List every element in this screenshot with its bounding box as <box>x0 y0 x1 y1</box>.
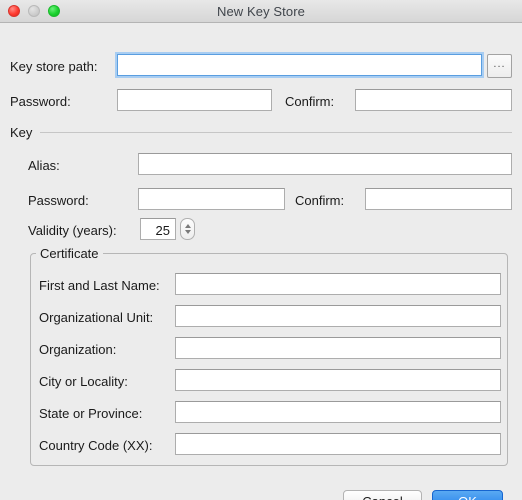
key-confirm-input[interactable] <box>365 188 512 210</box>
cancel-button[interactable]: Cancel <box>343 490 422 500</box>
new-key-store-dialog: New Key Store Key store path: ... Passwo… <box>0 0 522 500</box>
certificate-state-province-input[interactable] <box>175 401 501 423</box>
browse-button[interactable]: ... <box>487 54 512 78</box>
certificate-organizational-unit-input[interactable] <box>175 305 501 327</box>
window-controls <box>8 0 60 22</box>
certificate-organization-input[interactable] <box>175 337 501 359</box>
certificate-country-code-label: Country Code (XX): <box>39 438 153 453</box>
ok-button[interactable]: OK <box>432 490 503 500</box>
window-titlebar: New Key Store <box>0 0 522 23</box>
key-alias-input[interactable] <box>138 153 512 175</box>
close-button-icon[interactable] <box>8 5 20 17</box>
chevron-up-icon[interactable] <box>184 224 191 228</box>
certificate-state-province-label: State or Province: <box>39 406 143 421</box>
certificate-first-last-name-input[interactable] <box>175 273 501 295</box>
keystore-password-label: Password: <box>10 94 71 109</box>
keystore-path-input[interactable] <box>115 52 484 78</box>
keystore-confirm-input[interactable] <box>355 89 512 111</box>
key-group-title: Key <box>10 125 33 140</box>
key-password-label: Password: <box>28 193 89 208</box>
key-validity-input[interactable] <box>140 218 176 240</box>
keystore-path-label: Key store path: <box>10 59 98 74</box>
key-validity-stepper[interactable] <box>180 218 195 240</box>
key-password-input[interactable] <box>138 188 285 210</box>
minimize-button-icon[interactable] <box>28 5 40 17</box>
keystore-confirm-label: Confirm: <box>285 94 335 109</box>
certificate-city-locality-input[interactable] <box>175 369 501 391</box>
certificate-country-code-input[interactable] <box>175 433 501 455</box>
key-alias-label: Alias: <box>28 158 60 173</box>
key-group-separator <box>40 132 512 133</box>
keystore-password-input[interactable] <box>117 89 272 111</box>
certificate-first-last-name-label: First and Last Name: <box>39 278 160 293</box>
zoom-button-icon[interactable] <box>48 5 60 17</box>
certificate-organizational-unit-label: Organizational Unit: <box>39 310 154 325</box>
dialog-content: Key store path: ... Password: Confirm: K… <box>0 23 522 500</box>
key-validity-label: Validity (years): <box>28 223 117 238</box>
certificate-organization-label: Organization: <box>39 342 117 357</box>
certificate-city-locality-label: City or Locality: <box>39 374 128 389</box>
key-confirm-label: Confirm: <box>295 193 345 208</box>
window-title: New Key Store <box>216 3 305 19</box>
certificate-group-title: Certificate <box>36 246 103 261</box>
chevron-down-icon[interactable] <box>184 230 191 234</box>
